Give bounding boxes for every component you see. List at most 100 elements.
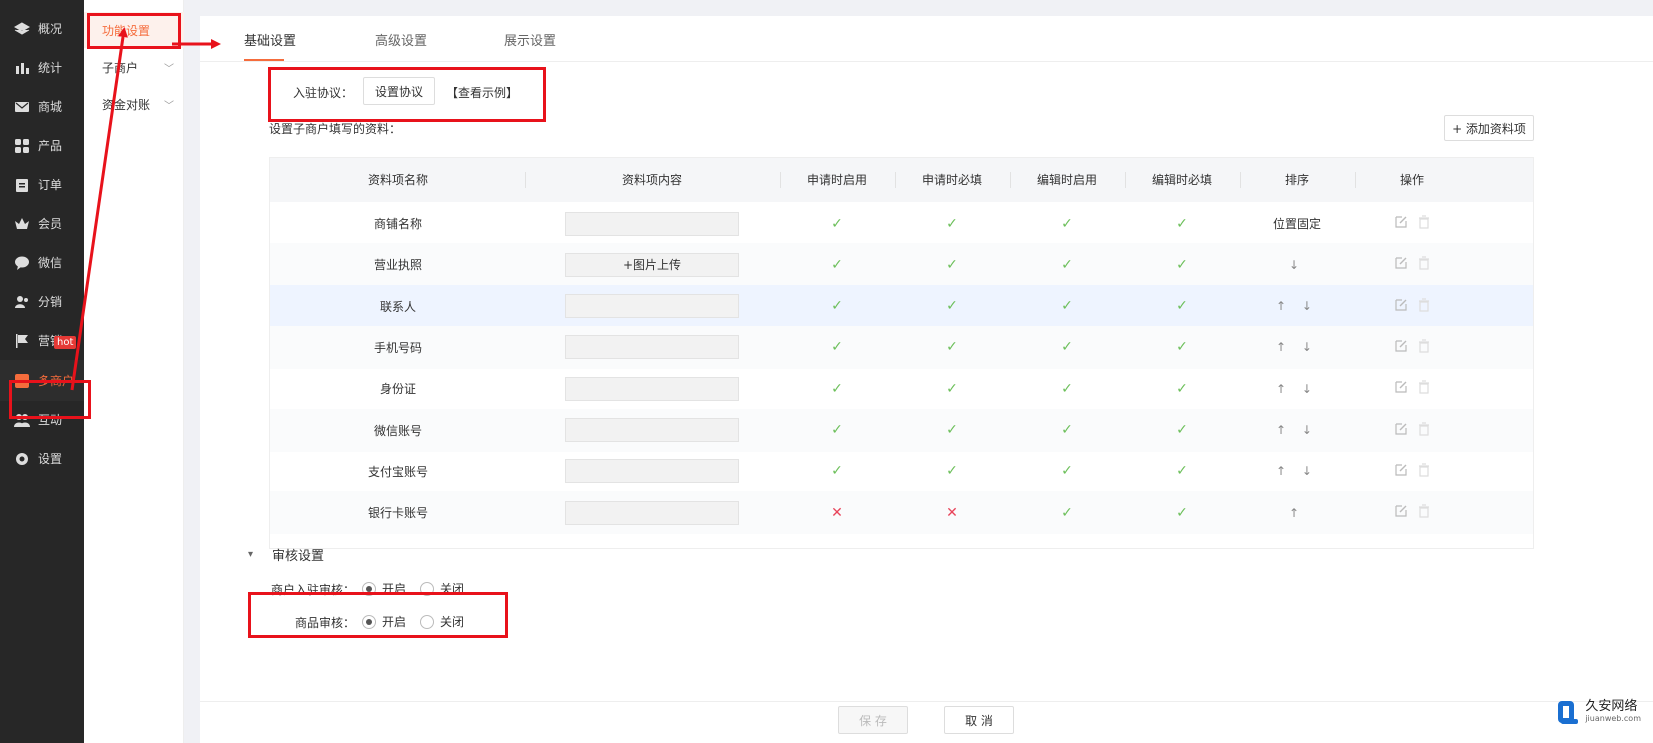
field-content-box[interactable]	[565, 376, 739, 401]
check-icon: ✓	[1176, 215, 1188, 232]
app-root: 概况 统计 商城 产品 订单 会员 微信 分销 营销 多商户 互动 设置 hot 功能设置 子商户 ﹀…	[0, 0, 1653, 743]
radio-dot	[420, 581, 434, 596]
check-icon: ✓	[1176, 298, 1188, 315]
nav-item-1[interactable]: 统计	[0, 47, 84, 88]
edit-icon[interactable]	[1394, 380, 1408, 397]
nav-item-4[interactable]: 订单	[0, 164, 84, 205]
field-content-box[interactable]	[565, 211, 739, 236]
nav-item-label: 商城	[38, 100, 63, 114]
merchant-audit-label: 商户入驻审核：	[271, 583, 356, 597]
cell-edit-enabled: ✓	[1012, 326, 1122, 369]
nav-item-10[interactable]: 互动	[0, 399, 84, 440]
collapse-icon[interactable]: ▾	[248, 549, 253, 560]
tab-advanced-settings[interactable]: 高级设置	[375, 30, 427, 49]
merchant-audit-close-radio[interactable]: 关闭	[420, 580, 464, 597]
cell-apply-required: ✓	[897, 409, 1007, 452]
sort-control[interactable]: ↓	[1289, 258, 1305, 272]
trash-icon[interactable]	[1418, 504, 1430, 521]
merchant-audit-open-radio[interactable]: 开启	[362, 580, 406, 597]
set-agreement-button[interactable]: 设置协议	[363, 77, 435, 105]
watermark-logo: 久安网络 jiuanweb.com	[1556, 700, 1641, 726]
sub-item-label: 子商户	[102, 60, 139, 75]
main-nav: 概况 统计 商城 产品 订单 会员 微信 分销 营销 多商户 互动 设置	[0, 0, 84, 743]
trash-icon[interactable]	[1418, 215, 1430, 232]
field-content-box[interactable]: +图片上传	[565, 252, 739, 277]
cell-sort: ↑ ↓	[1242, 450, 1352, 493]
field-name: 微信账号	[373, 423, 422, 438]
cell-apply-enabled: ✓	[782, 409, 892, 452]
cell-content	[527, 367, 777, 410]
tab-display-settings[interactable]: 展示设置	[504, 30, 556, 49]
cell-sort: ↑ ↓	[1242, 409, 1352, 452]
edit-icon[interactable]	[1394, 463, 1408, 480]
nav-item-0[interactable]: 概况	[0, 8, 84, 49]
add-field-button[interactable]: + 添加资料项	[1444, 115, 1534, 141]
nav-item-label: 分销	[38, 295, 63, 309]
cell-actions	[1357, 202, 1467, 245]
edit-icon[interactable]	[1394, 422, 1408, 439]
table-row: 联系人 ✓ ✓ ✓ ✓ ↑ ↓	[270, 284, 1533, 328]
save-button[interactable]: 保 存	[838, 706, 908, 734]
cell-edit-enabled: ✓	[1012, 450, 1122, 493]
product-audit-open-radio[interactable]: 开启	[362, 613, 406, 630]
trash-icon[interactable]	[1418, 339, 1430, 356]
sort-control[interactable]: ↑ ↓	[1276, 423, 1318, 437]
field-content-box[interactable]	[565, 459, 739, 484]
clipboard-icon	[14, 177, 30, 193]
trash-icon[interactable]	[1418, 256, 1430, 273]
chat-icon	[14, 255, 30, 271]
check-icon: ✓	[1061, 298, 1073, 315]
cell-name: 手机号码	[298, 326, 498, 369]
nav-item-11[interactable]: 设置	[0, 438, 84, 479]
column-separator	[895, 172, 896, 188]
sort-control[interactable]: ↑ ↓	[1276, 340, 1318, 354]
tab-bar: 基础设置 高级设置 展示设置	[200, 16, 1653, 62]
sub-item-label: 功能设置	[102, 23, 151, 38]
field-content-box[interactable]	[565, 335, 739, 360]
edit-icon[interactable]	[1394, 298, 1408, 315]
nav-item-6[interactable]: 微信	[0, 242, 84, 283]
radio-label: 开启	[382, 582, 407, 596]
sub-item-function-settings[interactable]: 功能设置	[84, 12, 184, 48]
logo-url: jiuanweb.com	[1585, 714, 1641, 723]
field-name: 商铺名称	[373, 217, 422, 231]
edit-icon[interactable]	[1394, 504, 1408, 521]
sub-item-reconciliation[interactable]: 资金对账 ﹀	[84, 86, 184, 122]
grid-icon	[14, 138, 30, 154]
tab-basic-settings[interactable]: 基础设置	[244, 30, 296, 49]
field-content-box[interactable]	[565, 500, 739, 525]
field-content-box[interactable]	[565, 418, 739, 442]
cell-content	[527, 409, 777, 452]
edit-icon[interactable]	[1394, 339, 1408, 356]
sort-control[interactable]: ↑ ↓	[1276, 299, 1318, 313]
sort-control[interactable]: ↑	[1289, 506, 1305, 520]
edit-icon[interactable]	[1394, 256, 1408, 273]
sort-control[interactable]: ↑ ↓	[1276, 382, 1318, 396]
nav-item-9[interactable]: 多商户	[0, 360, 84, 401]
cell-content	[527, 285, 777, 328]
edit-icon[interactable]	[1394, 215, 1408, 232]
view-example-link[interactable]: 【查看示例】	[446, 84, 518, 101]
radio-label: 关闭	[440, 615, 465, 629]
cross-icon: ✕	[946, 504, 958, 521]
check-icon: ✓	[831, 298, 843, 315]
nav-item-5[interactable]: 会员	[0, 203, 84, 244]
sort-control[interactable]: ↑ ↓	[1276, 464, 1318, 478]
nav-item-3[interactable]: 产品	[0, 125, 84, 166]
check-icon: ✓	[1061, 380, 1073, 397]
field-content-box[interactable]	[565, 294, 739, 319]
trash-icon[interactable]	[1418, 463, 1430, 480]
nav-item-label: 微信	[38, 256, 63, 270]
cancel-button[interactable]: 取 消	[944, 706, 1014, 734]
nav-item-2[interactable]: 商城	[0, 86, 84, 127]
column-header: 申请时启用	[806, 173, 867, 187]
nav-item-label: 会员	[38, 217, 63, 231]
sub-item-sub-merchant[interactable]: 子商户 ﹀	[84, 49, 184, 85]
field-name: 银行卡账号	[367, 506, 428, 521]
nav-item-7[interactable]: 分销	[0, 281, 84, 322]
gutter	[184, 0, 200, 743]
trash-icon[interactable]	[1418, 421, 1430, 439]
trash-icon[interactable]	[1418, 380, 1430, 397]
trash-icon[interactable]	[1418, 297, 1430, 315]
product-audit-close-radio[interactable]: 关闭	[420, 613, 464, 630]
